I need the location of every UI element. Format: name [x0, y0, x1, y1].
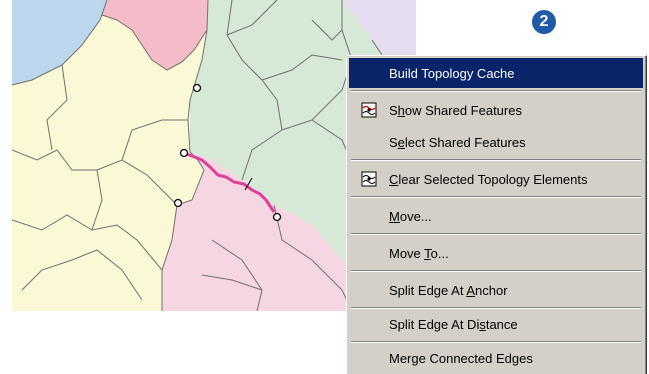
menu-item-label: Merge Connected Edges [389, 350, 533, 366]
vertex [179, 148, 189, 158]
menu-item-label: Select Shared Features [389, 134, 526, 150]
menu-item-label: Show Shared Features [389, 102, 522, 118]
menu-item-label: Move... [389, 208, 432, 224]
vertex [192, 83, 202, 93]
menu-separator [351, 90, 641, 92]
menu-item-label: Split Edge At Anchor [389, 282, 508, 298]
shared-features-icon [361, 102, 377, 118]
menu-separator [351, 233, 641, 235]
menu-separator [351, 159, 641, 161]
menu-item-split-edge-at-distance[interactable]: Split Edge At Distance [349, 309, 643, 339]
menu-item-split-edge-at-anchor[interactable]: Split Edge At Anchor [349, 275, 643, 305]
vertex [173, 198, 183, 208]
menu-item-move-to[interactable]: Move To... [349, 238, 643, 268]
menu-item-label: Split Edge At Distance [389, 316, 518, 332]
menu-item-select-shared-features[interactable]: Select Shared Features [349, 127, 643, 157]
menu-item-merge-connected-edges[interactable]: Merge Connected Edges [349, 343, 643, 373]
menu-item-move[interactable]: Move... [349, 201, 643, 231]
menu-item-show-shared-features[interactable]: Show Shared Features [349, 95, 643, 125]
clear-topology-icon [361, 171, 377, 187]
menu-separator [351, 270, 641, 272]
menu-item-label: Move To... [389, 245, 449, 261]
context-menu: Build Topology Cache Show Shared Feature… [346, 55, 647, 374]
step-callout-badge: 2 [532, 10, 556, 34]
menu-separator [351, 196, 641, 198]
vertex [272, 212, 282, 222]
menu-item-build-topology-cache[interactable]: Build Topology Cache [349, 58, 643, 88]
menu-item-label: Clear Selected Topology Elements [389, 171, 588, 187]
menu-item-clear-selected-topology-elements[interactable]: Clear Selected Topology Elements [349, 164, 643, 194]
menu-item-label: Build Topology Cache [389, 65, 515, 81]
